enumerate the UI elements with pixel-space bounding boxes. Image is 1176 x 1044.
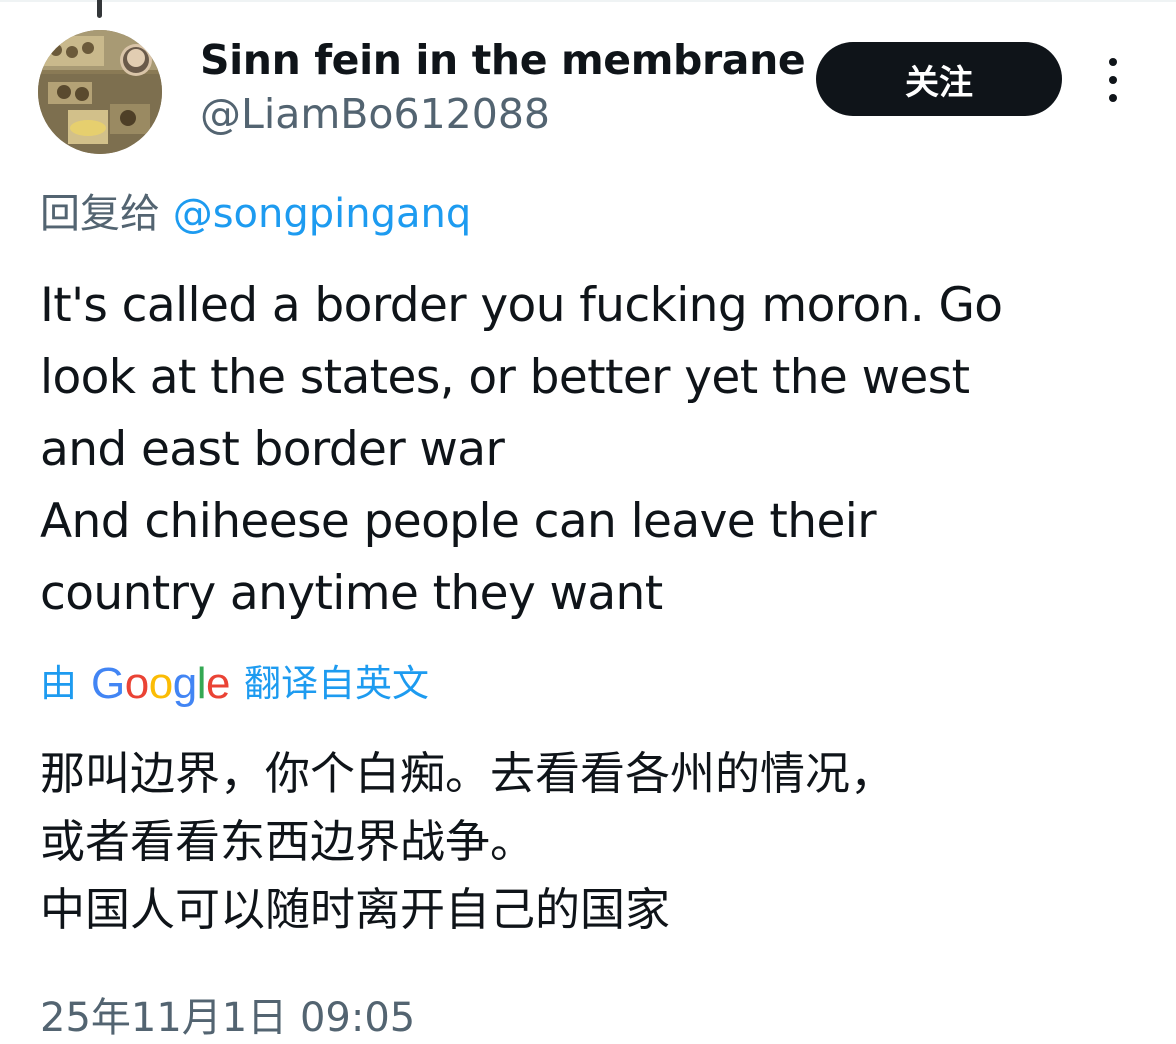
google-logo-letter: o <box>148 659 173 708</box>
reply-mention-link[interactable]: @songpinganq <box>173 191 472 237</box>
tweet-text: It's called a border you fucking moron. … <box>40 270 1150 630</box>
google-logo-letter: l <box>196 659 207 708</box>
translation-attribution[interactable]: 由 Google 翻译自英文 <box>40 656 429 712</box>
thread-connector-line <box>97 0 102 18</box>
tweet-text-line: And chiheese people can leave their <box>40 494 877 549</box>
tweet-text-line: It's called a border you fucking moron. … <box>40 278 1003 333</box>
author-display-name[interactable]: Sinn fein in the membrane <box>200 34 806 86</box>
avatar[interactable] <box>38 30 162 154</box>
top-divider <box>0 0 1176 2</box>
translation-suffix-link[interactable]: 翻译自英文 <box>244 656 429 712</box>
author-handle[interactable]: @LiamBo612088 <box>200 88 550 140</box>
tweet-text-line: country anytime they want <box>40 566 663 621</box>
google-logo-letter: e <box>205 659 230 708</box>
tweet-text-line: and east border war <box>40 422 505 477</box>
more-dot <box>1109 94 1117 102</box>
translated-text: 那叫边界，你个白痴。去看看各州的情况， 或者看看东西边界战争。 中国人可以随时离… <box>40 740 1150 944</box>
follow-button[interactable]: 关注 <box>816 42 1062 116</box>
translated-text-line: 中国人可以随时离开自己的国家 <box>40 883 671 936</box>
translation-prefix: 由 <box>40 662 77 705</box>
reply-context: 回复给 @songpinganq <box>40 186 471 242</box>
google-logo: Google <box>91 656 230 712</box>
google-logo-letter: G <box>91 659 125 708</box>
avatar-image <box>38 30 162 154</box>
google-logo-letter: o <box>124 659 149 708</box>
tweet-timestamp[interactable]: 25年11月1日 09:05 <box>40 992 415 1044</box>
translated-text-line: 或者看看东西边界战争。 <box>40 815 536 868</box>
more-dot <box>1109 76 1117 84</box>
translated-text-line: 那叫边界，你个白痴。去看看各州的情况， <box>40 747 896 800</box>
reply-prefix: 回复给 <box>40 191 160 237</box>
more-dot <box>1109 58 1117 66</box>
google-logo-letter: g <box>172 659 197 708</box>
more-vertical-icon[interactable] <box>1098 58 1128 102</box>
tweet-text-line: look at the states, or better yet the we… <box>40 350 970 405</box>
